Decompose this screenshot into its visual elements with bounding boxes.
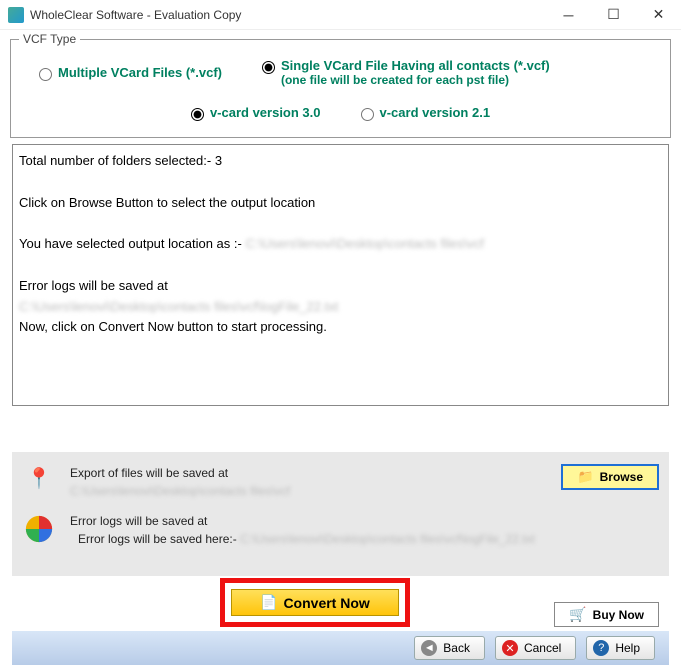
radio-single-input[interactable]	[262, 61, 275, 74]
radio-v21-input[interactable]	[361, 108, 374, 121]
convert-label: Convert Now	[283, 595, 369, 611]
vcf-type-group: VCF Type Multiple VCard Files (*.vcf) Si…	[10, 32, 671, 138]
log-output: Total number of folders selected:- 3 Cli…	[12, 144, 669, 406]
log-line: Now, click on Convert Now button to star…	[19, 317, 662, 338]
vcf-legend: VCF Type	[19, 32, 80, 46]
log-line: Error logs will be saved at	[19, 276, 662, 297]
buy-now-button[interactable]: 🛒 Buy Now	[554, 602, 659, 627]
radio-multiple-input[interactable]	[39, 68, 52, 81]
radio-single-vcard[interactable]: Single VCard File Having all contacts (*…	[262, 58, 642, 87]
cart-icon: 🛒	[569, 606, 586, 623]
close-button[interactable]: ✕	[636, 0, 681, 30]
help-question-icon: ?	[593, 640, 609, 656]
radio-single-label-1: Single VCard File Having all contacts (*…	[281, 58, 550, 73]
log-line: Total number of folders selected:- 3	[19, 151, 662, 172]
convert-now-button[interactable]: 📄 Convert Now	[231, 589, 399, 616]
error-heading: Error logs will be saved at	[70, 512, 659, 530]
browse-label: Browse	[600, 470, 643, 484]
export-path: C:\Users\lenovi\Desktop\contacts files\v…	[70, 482, 547, 500]
minimize-button[interactable]: ─	[546, 0, 591, 30]
browse-button[interactable]: 📁 Browse	[561, 464, 659, 490]
window-title: WholeClear Software - Evaluation Copy	[30, 8, 546, 22]
radio-version-30[interactable]: v-card version 3.0	[191, 105, 321, 121]
error-path-line: Error logs will be saved here:- C:\Users…	[70, 530, 659, 548]
log-line: Click on Browse Button to select the out…	[19, 193, 662, 214]
app-icon	[8, 7, 24, 23]
radio-v30-input[interactable]	[191, 108, 204, 121]
buy-label: Buy Now	[593, 608, 644, 622]
log-line: You have selected output location as :- …	[19, 234, 662, 255]
radio-multiple-vcard[interactable]: Multiple VCard Files (*.vcf)	[39, 65, 222, 81]
bottom-nav-bar: ◄ Back ✕ Cancel ? Help	[12, 631, 669, 665]
radio-multiple-label: Multiple VCard Files (*.vcf)	[58, 65, 222, 80]
help-label: Help	[615, 641, 640, 655]
export-heading: Export of files will be saved at	[70, 464, 547, 482]
document-icon: 📄	[260, 594, 277, 611]
cancel-x-icon: ✕	[502, 640, 518, 656]
location-pin-icon: 📍	[27, 466, 52, 491]
titlebar: WholeClear Software - Evaluation Copy ─ …	[0, 0, 681, 30]
radio-v21-label: v-card version 2.1	[380, 105, 491, 120]
cancel-label: Cancel	[524, 641, 561, 655]
radio-v30-label: v-card version 3.0	[210, 105, 321, 120]
maximize-button[interactable]: ☐	[591, 0, 636, 30]
footer-panel: 📍 Export of files will be saved at C:\Us…	[12, 452, 669, 576]
back-label: Back	[443, 641, 470, 655]
radio-single-label-2: (one file will be created for each pst f…	[281, 73, 550, 87]
radio-version-21[interactable]: v-card version 2.1	[361, 105, 491, 121]
pie-chart-icon	[22, 512, 56, 544]
log-line: C:\Users\lenovi\Desktop\contacts files\v…	[19, 297, 662, 318]
convert-highlight: 📄 Convert Now	[220, 578, 410, 627]
folder-icon: 📁	[577, 469, 593, 485]
back-arrow-icon: ◄	[421, 640, 437, 656]
